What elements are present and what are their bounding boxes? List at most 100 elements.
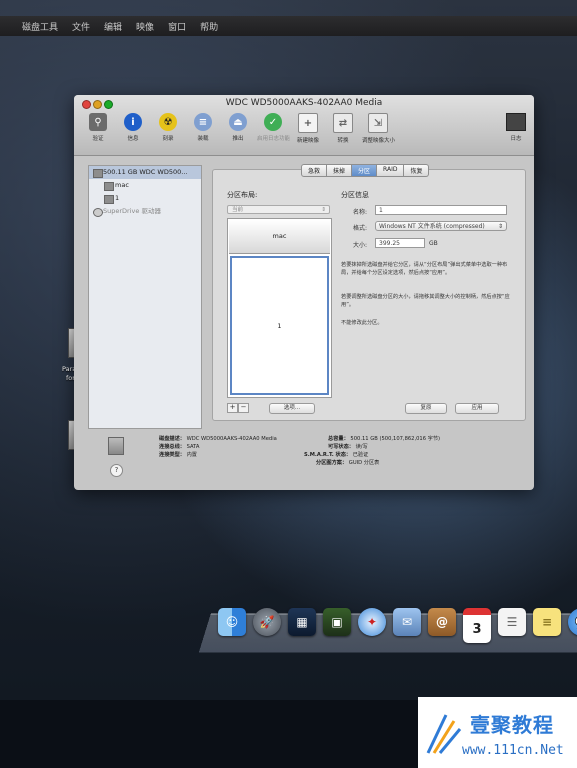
new-image-icon: +	[298, 113, 318, 133]
hard-disk-icon	[108, 437, 124, 455]
partition-scheme: 分区图方案： GUID 分区表	[316, 459, 379, 466]
connection-bus-value: SATA	[186, 444, 200, 450]
mail-icon[interactable]: ✉	[393, 608, 421, 636]
messages-icon[interactable]: 💬	[568, 608, 577, 636]
new-image-label: 新建映像	[296, 138, 319, 144]
remove-partition-button[interactable]: −	[238, 403, 249, 413]
chevron-updown-icon: ⇕	[321, 207, 326, 213]
verify-button[interactable]: ⚲ 验证	[82, 111, 114, 144]
partition-block-mac[interactable]: mac	[229, 220, 330, 254]
menu-file[interactable]: 文件	[72, 20, 90, 33]
disk-utility-window: WDC WD5000AAKS-402AA0 Media ⚲ 验证 i 信息 ☢ …	[74, 95, 534, 490]
calendar-day: 3	[472, 621, 482, 637]
resize-image-button[interactable]: ⇲ 调整映像大小	[362, 111, 395, 144]
disk-sidebar: 500.11 GB WDC WD500... mac 1 SuperDrive …	[88, 165, 202, 429]
format-label: 格式:	[353, 225, 368, 232]
tab-first-aid[interactable]: 急救	[301, 164, 328, 177]
format-select[interactable]: Windows NT 文件系统 (compressed) ⇕	[375, 221, 507, 231]
partition-panel: 急救 抹掉 分区 RAID 恢复 分区布局: 当前 ⇕ mac 1 + − 选项…	[212, 164, 526, 421]
menu-help[interactable]: 帮助	[200, 20, 218, 33]
convert-button[interactable]: ⇄ 转换	[327, 111, 359, 144]
watermark: 壹聚教程 www.111cn.Net	[418, 697, 577, 768]
partition-layout-value: 当前	[232, 207, 244, 213]
name-label: 名称:	[353, 209, 368, 216]
write-status-label: 可写状态：	[328, 444, 354, 450]
toolbar: ⚲ 验证 i 信息 ☢ 刻录 ≡ 装载 ⏏ 推出 ✓ 启用日志功能 + 新建映像…	[82, 111, 397, 144]
contacts-icon[interactable]: @	[428, 608, 456, 636]
sidebar-item-label: 500.11 GB WDC WD500...	[103, 168, 188, 176]
tab-bar: 急救 抹掉 分区 RAID 恢复	[301, 164, 430, 177]
notes-icon[interactable]: ≡	[533, 608, 561, 636]
partition-size-input[interactable]: 399.25	[375, 238, 425, 248]
apply-button[interactable]: 应用	[455, 403, 499, 414]
reminders-icon[interactable]: ☰	[498, 608, 526, 636]
burn-button[interactable]: ☢ 刻录	[152, 111, 184, 144]
partition-name-input[interactable]: 1	[375, 205, 507, 215]
help-button[interactable]: ?	[110, 464, 123, 477]
window-titlebar: WDC WD5000AAKS-402AA0 Media ⚲ 验证 i 信息 ☢ …	[74, 95, 534, 156]
microscope-icon: ⚲	[89, 113, 107, 131]
info-text-erase: 若要抹掉所选磁盘并给它分区，请从“分区布局”弹出式菜单中选取一种布局，并给每个分…	[341, 262, 508, 276]
calendar-icon[interactable]: 3	[463, 608, 491, 643]
disk-description: 磁盘描述： WDC WD5000AAKS-402AA0 Media	[159, 435, 277, 442]
volume-icon	[104, 182, 114, 191]
info-text-resize: 若要调整所选磁盘分区的大小，请拖移其调整大小的控制柄，然后点按“应用”。	[341, 294, 510, 308]
revert-button[interactable]: 复原	[405, 403, 447, 414]
disk-description-label: 磁盘描述：	[159, 436, 185, 442]
disk-info-bar: ? 磁盘描述： WDC WD5000AAKS-402AA0 Media 连接总线…	[74, 427, 534, 490]
add-partition-button[interactable]: +	[227, 403, 238, 413]
info-button[interactable]: i 信息	[117, 111, 149, 144]
mission-control-icon[interactable]: ▦	[288, 608, 316, 636]
convert-label: 转换	[337, 138, 349, 144]
sidebar-item-1[interactable]: 1	[89, 192, 201, 205]
new-image-button[interactable]: + 新建映像	[292, 111, 324, 144]
connection-type: 连接类型： 内置	[159, 451, 197, 458]
enable-journaling-label: 启用日志功能	[257, 136, 291, 142]
safari-icon[interactable]: ✦	[358, 608, 386, 636]
sidebar-item-label: 1	[115, 194, 120, 202]
sidebar-item-disk[interactable]: 500.11 GB WDC WD500...	[89, 166, 201, 179]
sidebar-item-mac[interactable]: mac	[89, 179, 201, 192]
size-label: 大小:	[353, 242, 368, 249]
tab-partition[interactable]: 分区	[352, 164, 378, 177]
journal-icon: ✓	[264, 113, 282, 131]
launchpad-icon[interactable]: 🚀	[253, 608, 281, 636]
partition-layout-select[interactable]: 当前 ⇕	[227, 205, 330, 214]
enable-journaling-button[interactable]: ✓ 启用日志功能	[257, 111, 291, 144]
total-capacity-label: 总容量：	[328, 436, 349, 442]
mount-button[interactable]: ≡ 装载	[187, 111, 219, 144]
tab-restore[interactable]: 恢复	[404, 164, 430, 177]
partition-block-1[interactable]: 1	[230, 256, 329, 395]
menu-bar: 磁盘工具 文件 编辑 映像 窗口 帮助	[0, 16, 577, 36]
finder-icon[interactable]: ☺	[218, 608, 246, 636]
connection-bus-label: 连接总线：	[159, 444, 185, 450]
tab-raid[interactable]: RAID	[377, 164, 405, 177]
mount-icon: ≡	[194, 113, 212, 131]
eject-button[interactable]: ⏏ 推出	[222, 111, 254, 144]
watermark-logo-icon	[426, 714, 462, 754]
menu-disk-utility[interactable]: 磁盘工具	[22, 20, 58, 33]
tab-erase[interactable]: 抹掉	[327, 164, 353, 177]
info-icon: i	[124, 113, 142, 131]
menu-edit[interactable]: 编辑	[104, 20, 122, 33]
smart-status-value: 已验证	[352, 452, 369, 458]
log-button[interactable]: 日志	[504, 113, 528, 142]
info-text-locked: 不能修改此分区。	[341, 320, 383, 326]
optical-drive-icon	[93, 208, 103, 217]
menu-image[interactable]: 映像	[136, 20, 154, 33]
options-button[interactable]: 选项...	[269, 403, 315, 414]
chevron-updown-icon: ⇕	[497, 223, 503, 230]
info-label: 信息	[127, 136, 139, 142]
photo-icon[interactable]: ▣	[323, 608, 351, 636]
menu-window[interactable]: 窗口	[168, 20, 186, 33]
size-unit: GB	[429, 240, 438, 247]
sidebar-item-label: mac	[115, 181, 129, 189]
burn-icon: ☢	[159, 113, 177, 131]
resize-image-icon: ⇲	[368, 113, 388, 133]
write-status-value: 读/写	[355, 444, 368, 450]
sidebar-item-superdrive[interactable]: SuperDrive 驱动器	[89, 205, 201, 218]
watermark-brand: 壹聚教程	[470, 713, 554, 737]
connection-type-value: 内置	[186, 452, 197, 458]
dock: ☺ 🚀 ▦ ▣ ✦ ✉ @ 3 ☰ ≡ 💬	[218, 608, 577, 643]
convert-icon: ⇄	[333, 113, 353, 133]
